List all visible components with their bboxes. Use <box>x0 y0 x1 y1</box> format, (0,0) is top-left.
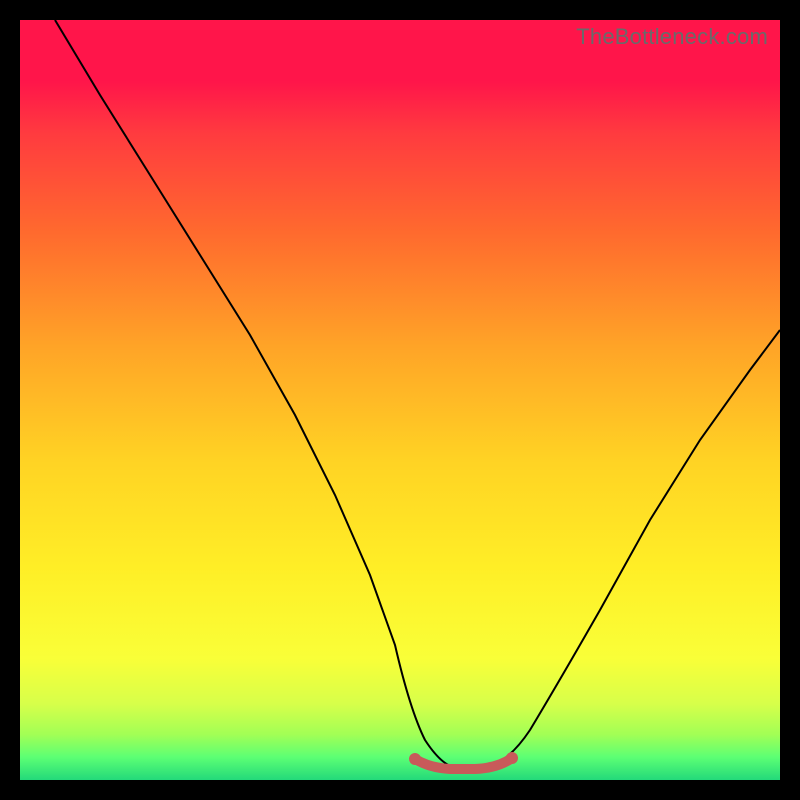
curve-svg <box>20 20 780 780</box>
bottleneck-curve <box>55 20 780 766</box>
plot-area: TheBottleneck.com <box>20 20 780 780</box>
optimal-segment-start-dot <box>409 753 421 765</box>
optimal-segment <box>415 758 512 769</box>
chart-container: TheBottleneck.com <box>0 0 800 800</box>
optimal-segment-end-dot <box>506 752 518 764</box>
